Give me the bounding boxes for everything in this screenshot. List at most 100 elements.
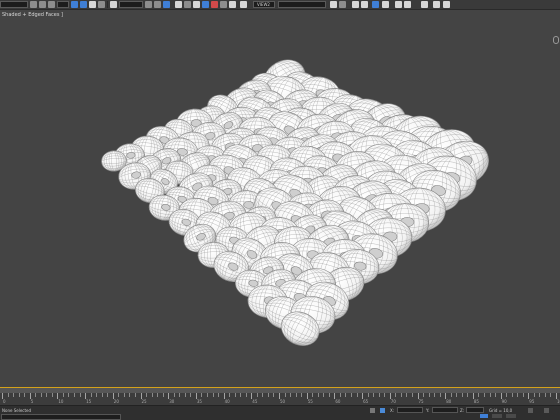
time-tag-icon[interactable] [528, 408, 533, 413]
timeline-tick [46, 393, 48, 397]
toolbar-separator [107, 1, 108, 8]
grid-size-readout: Grid = 10,0 [489, 408, 513, 413]
rendered-frame-window-icon[interactable] [395, 1, 402, 8]
timeline-tick [483, 393, 485, 397]
timeline-tick [351, 393, 353, 397]
timeline-tick-label: 95 [529, 399, 535, 404]
add-time-tag-icon[interactable] [480, 414, 488, 418]
main-toolbar: VIEW2 [0, 0, 560, 10]
timeline-tick [450, 393, 452, 397]
timeline-tick-label: 15 [86, 399, 92, 404]
timeline-tick [134, 393, 136, 397]
timeline-tick [267, 393, 269, 397]
timeline-tick-label: 10 [58, 399, 64, 404]
select-rotate-icon[interactable] [145, 1, 152, 8]
timeline-tick-label: 70 [390, 399, 396, 404]
keyboard-shortcut-icon[interactable] [184, 1, 191, 8]
timeline-tick [395, 393, 397, 397]
timeline-tick [90, 393, 92, 397]
timeline-tick [339, 393, 341, 397]
align-icon[interactable] [330, 1, 337, 8]
timeline-tick [456, 393, 458, 397]
timeline-tick [206, 393, 208, 397]
timeline-tick [533, 393, 535, 397]
timeline-tick-label: 5 [30, 399, 34, 404]
select-region-icon[interactable] [89, 1, 96, 8]
set-key-icon[interactable] [492, 414, 502, 418]
timeline-tick [411, 393, 413, 397]
render-activeshade-icon[interactable] [443, 1, 450, 8]
selection-filter-dropdown[interactable] [57, 1, 69, 8]
transform-type-in-icon[interactable] [380, 408, 385, 413]
edit-named-selections-icon[interactable] [229, 1, 236, 8]
timeline-tick [506, 393, 508, 397]
timeline-tick [400, 393, 402, 397]
select-move-icon[interactable] [110, 1, 117, 8]
track-bar[interactable]: 0510152025303540455055606570758085909510… [0, 393, 560, 405]
schematic-view-icon[interactable] [361, 1, 368, 8]
undo-icon[interactable] [30, 1, 37, 8]
manipulate-icon[interactable] [175, 1, 182, 8]
render-iterative-icon[interactable] [421, 1, 428, 8]
viewcube-icon[interactable] [553, 36, 559, 44]
timeline-tick [62, 393, 64, 397]
timeline-tick [162, 393, 164, 397]
percent-snap-icon[interactable] [211, 1, 218, 8]
pivot-center-icon[interactable] [163, 1, 170, 8]
timeline-tick [356, 393, 358, 397]
timeline-tick [24, 393, 26, 397]
view-dropdown[interactable]: VIEW2 [253, 1, 275, 8]
spinner-snap-icon[interactable] [220, 1, 227, 8]
timeline-tick [13, 393, 15, 397]
timeline-tick [406, 393, 408, 397]
timeline-tick [550, 393, 552, 397]
lock-selection-icon[interactable] [370, 408, 375, 413]
curve-editor-icon[interactable] [352, 1, 359, 8]
timeline-tick-label: 85 [473, 399, 479, 404]
selection-set-dropdown[interactable] [0, 1, 28, 8]
material-editor-icon[interactable] [372, 1, 379, 8]
timeline-tick [179, 393, 181, 397]
timeline-tick-label: 30 [169, 399, 175, 404]
view-dropdown-value: VIEW2 [257, 2, 270, 7]
timeline-tick [256, 393, 258, 397]
snaps-toggle-icon[interactable] [193, 1, 200, 8]
render-production-icon[interactable] [404, 1, 411, 8]
timeline-tick [373, 393, 375, 397]
timeline-tick [118, 393, 120, 397]
timeline-tick [522, 393, 524, 397]
timeline-tick [517, 393, 519, 397]
render-setup-icon[interactable] [382, 1, 389, 8]
angle-snap-icon[interactable] [202, 1, 209, 8]
mirror-icon[interactable] [240, 1, 247, 8]
auto-key-icon[interactable] [544, 408, 549, 413]
viewport-label[interactable]: Shaded + Edged Faces ] [2, 12, 63, 18]
x-coordinate-label: X: [390, 408, 395, 413]
redo-icon[interactable] [39, 1, 46, 8]
render-cloud-icon[interactable] [433, 1, 440, 8]
timeline-tick-label: 0 [3, 399, 6, 404]
z-coordinate-label: Z: [460, 408, 465, 413]
bubble-mesh-object[interactable] [0, 10, 560, 387]
timeline-tick-label: 35 [196, 399, 202, 404]
timeline-tick [190, 393, 192, 397]
z-coordinate-field[interactable] [466, 407, 484, 413]
timeline-tick [212, 393, 214, 397]
timeline-tick [317, 393, 319, 397]
select-scale-icon[interactable] [154, 1, 161, 8]
key-filters-icon[interactable] [506, 414, 516, 418]
x-coordinate-field[interactable] [397, 407, 423, 413]
y-coordinate-field[interactable] [432, 407, 458, 413]
timeline-tick [295, 393, 297, 397]
select-object-icon[interactable] [71, 1, 78, 8]
link-icon[interactable] [48, 1, 55, 8]
select-by-name-icon[interactable] [80, 1, 87, 8]
timeline-tick [40, 393, 42, 397]
timeline-tick [544, 393, 546, 397]
reference-coordinate-dropdown[interactable] [119, 1, 143, 8]
named-selection-set-field[interactable] [278, 1, 326, 8]
perspective-viewport[interactable]: Shaded + Edged Faces ] [0, 10, 560, 387]
window-crossing-icon[interactable] [98, 1, 105, 8]
timeline-tick [423, 393, 425, 397]
layer-explorer-icon[interactable] [339, 1, 346, 8]
